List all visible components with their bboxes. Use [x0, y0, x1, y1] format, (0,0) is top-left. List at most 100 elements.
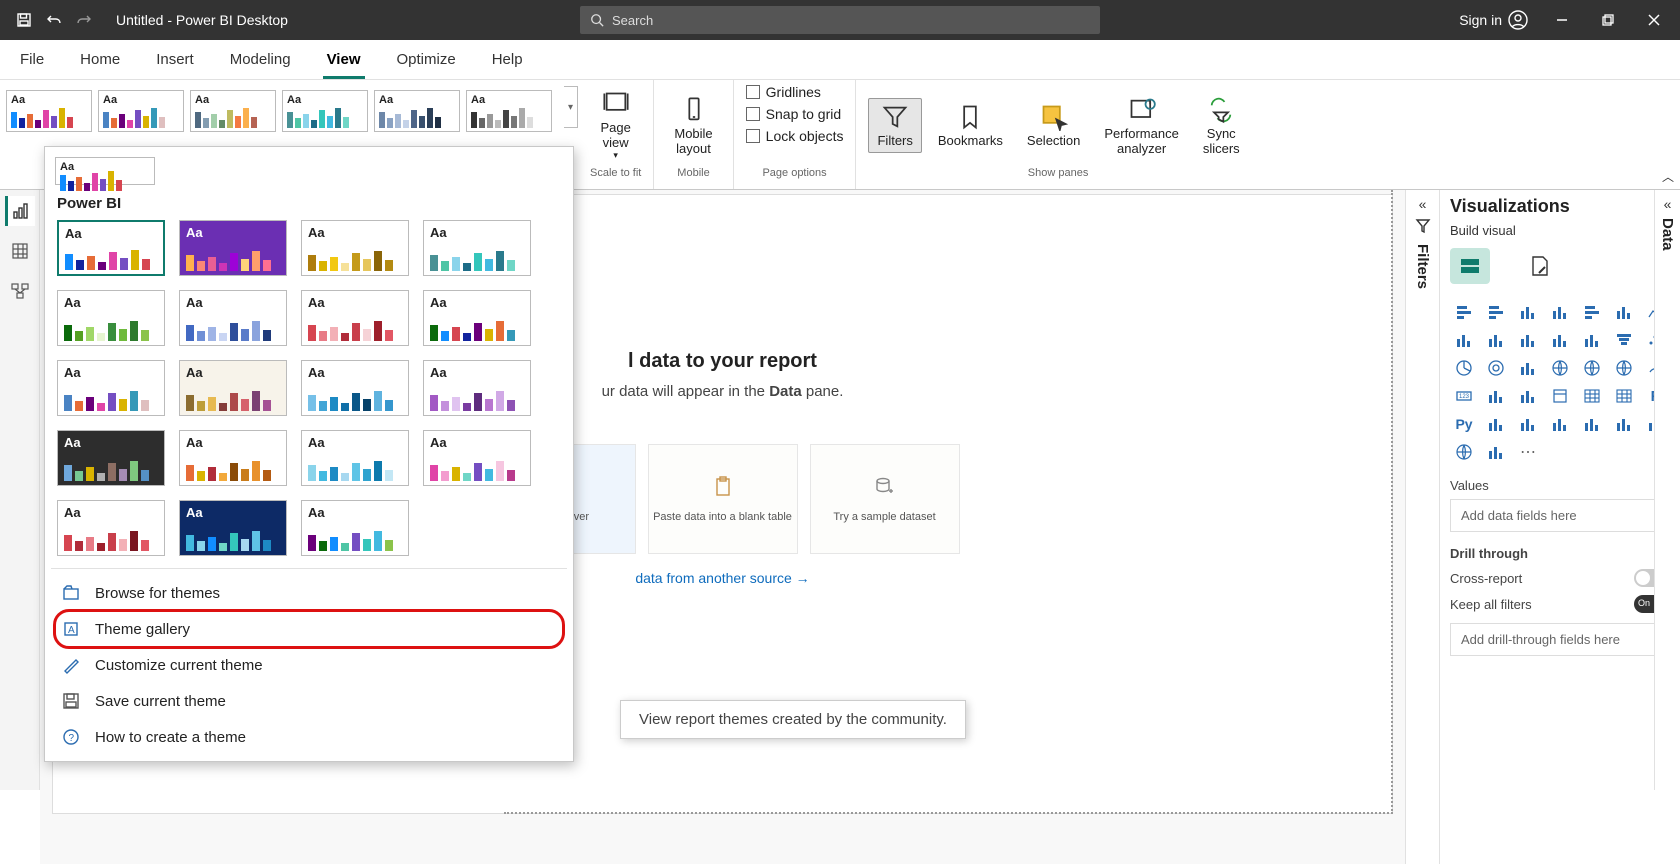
save-icon[interactable]	[10, 6, 38, 34]
format-visual-mode-button[interactable]	[1520, 248, 1560, 284]
search-box[interactable]: Search	[580, 6, 1100, 34]
viz-key-influencers[interactable]	[1482, 412, 1510, 436]
mobile-layout-button[interactable]: Mobile layout	[666, 92, 720, 160]
theme-thumbnail[interactable]: Aa	[301, 500, 409, 556]
viz-clustered-bar[interactable]	[1482, 300, 1510, 324]
theme-thumbnail[interactable]: Aa	[423, 290, 531, 346]
tab-file[interactable]: File	[16, 40, 48, 79]
undo-icon[interactable]	[40, 6, 68, 34]
bookmarks-pane-button[interactable]: Bookmarks	[930, 99, 1011, 152]
theme-thumbnail[interactable]: Aa	[301, 290, 409, 346]
theme-thumbnail[interactable]: Aa	[374, 90, 460, 132]
redo-icon[interactable]	[70, 6, 98, 34]
tab-home[interactable]: Home	[76, 40, 124, 79]
viz-powerapps[interactable]	[1482, 440, 1510, 464]
theme-thumbnail[interactable]: Aa	[179, 360, 287, 416]
viz-line-column[interactable]	[1514, 328, 1542, 352]
theme-thumbnail[interactable]: Aa	[282, 90, 368, 132]
report-view-button[interactable]	[5, 196, 35, 226]
tab-modeling[interactable]: Modeling	[226, 40, 295, 79]
theme-thumbnail[interactable]: Aa	[57, 500, 165, 556]
theme-thumbnail[interactable]: Aa	[466, 90, 552, 132]
viz-smart-narrative[interactable]	[1578, 412, 1606, 436]
performance-analyzer-button[interactable]: Performance analyzer	[1096, 92, 1186, 160]
theme-thumbnail[interactable]: Aa	[190, 90, 276, 132]
drillthrough-field-well[interactable]: Add drill-through fields here	[1450, 623, 1670, 656]
viz-area[interactable]	[1450, 328, 1478, 352]
tab-view[interactable]: View	[323, 40, 365, 79]
viz-100-bar[interactable]	[1578, 300, 1606, 324]
filters-pane-button[interactable]: Filters	[868, 98, 921, 153]
viz-stacked-area[interactable]	[1482, 328, 1510, 352]
how-to-theme-item[interactable]: ?How to create a theme	[55, 719, 563, 755]
viz-100-column[interactable]	[1610, 300, 1638, 324]
viz-stacked-bar[interactable]	[1450, 300, 1478, 324]
theme-gallery-item[interactable]: ATheme gallery	[55, 611, 563, 647]
page-view-button[interactable]: Page view▾	[592, 86, 638, 165]
theme-thumbnail[interactable]: Aa	[423, 220, 531, 276]
values-field-well[interactable]: Add data fields here	[1450, 499, 1670, 532]
browse-themes-item[interactable]: Browse for themes	[55, 575, 563, 611]
expand-filters-icon[interactable]: «	[1419, 196, 1427, 212]
expand-data-icon[interactable]: «	[1664, 196, 1672, 212]
theme-thumbnail[interactable]: Aa	[98, 90, 184, 132]
theme-thumbnail[interactable]: Aa	[57, 220, 165, 276]
theme-dropdown-chevron-icon[interactable]: ▾	[564, 86, 578, 128]
theme-thumbnail[interactable]: Aa	[179, 500, 287, 556]
selection-pane-button[interactable]: Selection	[1019, 99, 1088, 152]
save-theme-item[interactable]: Save current theme	[55, 683, 563, 719]
tab-help[interactable]: Help	[488, 40, 527, 79]
collapse-ribbon-icon[interactable]: ︿	[1662, 168, 1674, 185]
theme-thumbnail[interactable]: Aa	[57, 360, 165, 416]
minimize-button[interactable]	[1542, 0, 1582, 40]
sync-slicers-button[interactable]: Sync slicers	[1195, 92, 1248, 160]
viz-ribbon[interactable]	[1546, 328, 1574, 352]
theme-thumbnail[interactable]: Aa	[6, 90, 92, 132]
viz-filled-map[interactable]	[1578, 356, 1606, 380]
tab-optimize[interactable]: Optimize	[393, 40, 460, 79]
theme-thumbnail[interactable]: Aa	[179, 220, 287, 276]
viz-azure-map[interactable]	[1610, 356, 1638, 380]
viz-table[interactable]	[1578, 384, 1606, 408]
theme-thumbnail[interactable]: Aa	[179, 290, 287, 346]
viz-kpi[interactable]	[1514, 384, 1542, 408]
viz-decomp[interactable]	[1514, 412, 1542, 436]
viz-qa[interactable]	[1546, 412, 1574, 436]
customize-theme-item[interactable]: Customize current theme	[55, 647, 563, 683]
maximize-button[interactable]	[1588, 0, 1628, 40]
theme-thumbnail[interactable]: Aa	[423, 360, 531, 416]
theme-thumbnail[interactable]: Aa	[57, 290, 165, 346]
viz-card[interactable]: 123	[1450, 384, 1478, 408]
sample-dataset-card[interactable]: Try a sample dataset	[810, 444, 960, 554]
table-view-button[interactable]	[5, 236, 35, 266]
viz-multi-card[interactable]	[1482, 384, 1510, 408]
theme-thumbnail[interactable]: Aa	[57, 430, 165, 486]
viz-clustered-column[interactable]	[1546, 300, 1574, 324]
tab-insert[interactable]: Insert	[152, 40, 198, 79]
viz-matrix[interactable]	[1610, 384, 1638, 408]
viz-treemap[interactable]	[1514, 356, 1542, 380]
signin-button[interactable]: Sign in	[1451, 8, 1536, 32]
viz-slicer[interactable]	[1546, 384, 1574, 408]
close-button[interactable]	[1634, 0, 1674, 40]
theme-thumbnail[interactable]: Aa	[301, 430, 409, 486]
viz-waterfall[interactable]	[1578, 328, 1606, 352]
viz-python[interactable]: Py	[1450, 412, 1478, 436]
theme-thumbnail[interactable]: Aa	[179, 430, 287, 486]
lock-objects-checkbox[interactable]: Lock objects	[746, 128, 844, 144]
viz-stacked-column[interactable]	[1514, 300, 1542, 324]
theme-thumbnail[interactable]: Aa	[301, 360, 409, 416]
viz-funnel[interactable]	[1610, 328, 1638, 352]
gridlines-checkbox[interactable]: Gridlines	[746, 84, 821, 100]
theme-thumbnail[interactable]: Aa	[423, 430, 531, 486]
viz-metrics[interactable]	[1610, 412, 1638, 436]
viz-pie[interactable]	[1450, 356, 1478, 380]
snap-to-grid-checkbox[interactable]: Snap to grid	[746, 106, 842, 122]
viz-donut[interactable]	[1482, 356, 1510, 380]
theme-thumbnail[interactable]: Aa	[301, 220, 409, 276]
viz-map[interactable]	[1546, 356, 1574, 380]
build-visual-mode-button[interactable]	[1450, 248, 1490, 284]
viz-arcgis[interactable]	[1450, 440, 1478, 464]
viz-more[interactable]: ⋯	[1514, 440, 1542, 464]
model-view-button[interactable]	[5, 276, 35, 306]
